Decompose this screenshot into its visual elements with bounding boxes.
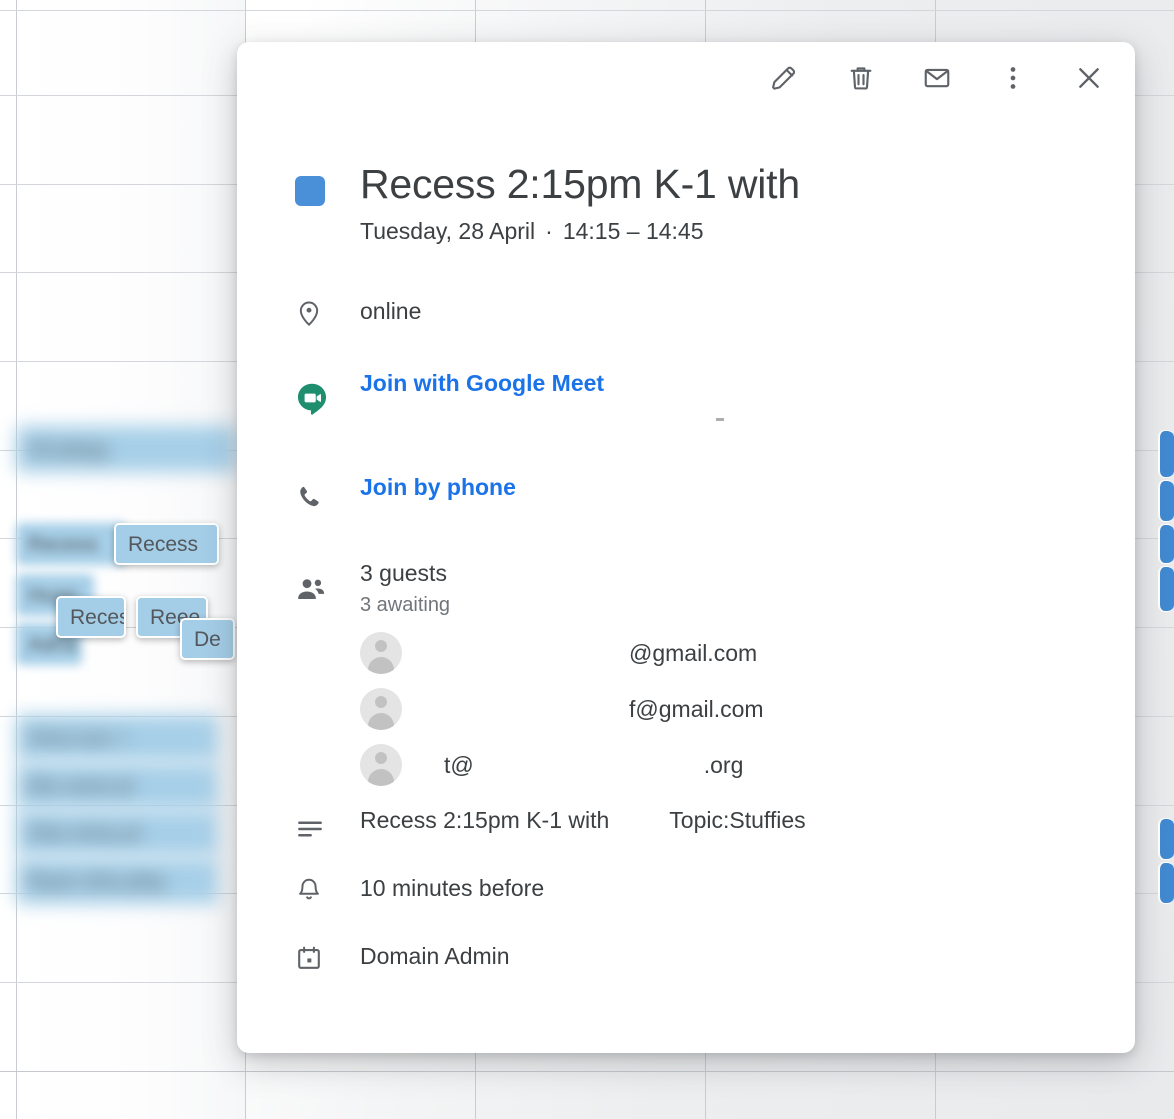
guest-email: f@gmail.com — [444, 695, 764, 724]
description-text: Recess 2:15pm K-1 with Topic:Stuffies — [360, 806, 806, 835]
join-by-phone-row: Join by phone — [237, 473, 1095, 519]
redaction-artifact — [716, 418, 724, 421]
calendar-event-chip-blue[interactable] — [1158, 480, 1174, 522]
guest-email: t@ .org — [444, 751, 743, 780]
event-popup-body: Recess 2:15pm K-1 with Tuesday, 28 April… — [237, 160, 1135, 988]
guest-email-suffix: @gmail.com — [629, 640, 757, 666]
trash-icon[interactable] — [837, 54, 885, 102]
guest-list-item[interactable]: f@gmail.com — [360, 688, 1095, 730]
calendar-icon — [295, 942, 337, 972]
calendar-event-chip[interactable]: Sil playg — [16, 426, 236, 472]
bell-icon — [295, 874, 337, 904]
calendar-event-chip-blue[interactable] — [1158, 818, 1174, 860]
edit-icon[interactable] — [761, 54, 809, 102]
grid-hline — [0, 10, 1174, 11]
calendar-event-chip[interactable]: Sha remy pl — [16, 810, 218, 856]
calendar-event-chip[interactable]: Ryan isha play — [16, 858, 218, 904]
calendar-event-chip[interactable]: Ele oone pl — [16, 763, 218, 809]
guest-list-item[interactable]: @gmail.com — [360, 632, 1095, 674]
datetime-separator: · — [535, 218, 563, 244]
description-icon — [295, 806, 337, 844]
guest-list: @gmail.com f@gmail.com t@ .org — [360, 632, 1095, 786]
event-details-popup: Recess 2:15pm K-1 with Tuesday, 28 April… — [237, 42, 1135, 1053]
guest-email-prefix: t@ — [444, 752, 474, 778]
description-after: Topic:Stuffies — [669, 807, 805, 833]
calendar-event-chip[interactable]: Ama ous + — [16, 715, 218, 761]
description-before: Recess 2:15pm K-1 with — [360, 807, 609, 833]
calendar-event-chip[interactable]: Recess — [16, 523, 126, 565]
calendar-screen: Sil playgRecessRecessHugoRecessReeeAdria… — [0, 0, 1174, 1119]
calendar-owner-text: Domain Admin — [360, 942, 510, 971]
people-icon — [295, 559, 337, 605]
person-avatar — [360, 744, 402, 786]
email-icon[interactable] — [913, 54, 961, 102]
guests-awaiting: 3 awaiting — [360, 593, 1095, 618]
more-options-icon[interactable] — [989, 54, 1037, 102]
calendar-event-chip-blue[interactable] — [1158, 430, 1174, 478]
guest-list-item[interactable]: t@ .org — [360, 744, 1095, 786]
location-pin-icon — [295, 297, 337, 327]
event-time-range: 14:15 – 14:45 — [563, 218, 704, 244]
guest-email-suffix: .org — [704, 752, 744, 778]
event-popup-toolbar — [761, 42, 1135, 114]
notification-text: 10 minutes before — [360, 874, 544, 903]
event-datetime: Tuesday, 28 April·14:15 – 14:45 — [360, 218, 800, 245]
location-text: online — [360, 297, 421, 326]
close-icon[interactable] — [1065, 54, 1113, 102]
guest-email-suffix: f@gmail.com — [629, 696, 764, 722]
calendar-event-chip[interactable]: Recess — [56, 596, 126, 638]
guests-count: 3 guests — [360, 559, 1095, 588]
calendar-event-chip-blue[interactable] — [1158, 862, 1174, 904]
calendar-event-chip-blue[interactable] — [1158, 524, 1174, 564]
calendar-owner-row: Domain Admin — [237, 942, 1095, 988]
google-meet-row: Join with Google Meet — [237, 369, 1095, 415]
calendar-event-chip[interactable]: De — [180, 618, 235, 660]
description-row: Recess 2:15pm K-1 with Topic:Stuffies — [237, 806, 1095, 852]
phone-icon — [295, 473, 337, 511]
google-meet-icon — [295, 369, 337, 415]
event-title: Recess 2:15pm K-1 with — [360, 160, 800, 208]
guest-email: @gmail.com — [444, 639, 757, 668]
join-by-phone-link[interactable]: Join by phone — [360, 473, 516, 502]
event-color-swatch — [295, 176, 325, 206]
notification-row: 10 minutes before — [237, 874, 1095, 920]
event-title-row: Recess 2:15pm K-1 with Tuesday, 28 April… — [237, 160, 1095, 245]
calendar-event-chip-blue[interactable] — [1158, 566, 1174, 612]
join-google-meet-link[interactable]: Join with Google Meet — [360, 369, 604, 398]
event-date: Tuesday, 28 April — [360, 218, 535, 244]
person-avatar — [360, 632, 402, 674]
calendar-event-chip[interactable]: Recess — [114, 523, 219, 565]
person-avatar — [360, 688, 402, 730]
guests-row: 3 guests 3 awaiting @gmail.com f@gmail.co… — [237, 559, 1095, 786]
grid-hline — [0, 1071, 1174, 1072]
location-row: online — [237, 297, 1095, 343]
